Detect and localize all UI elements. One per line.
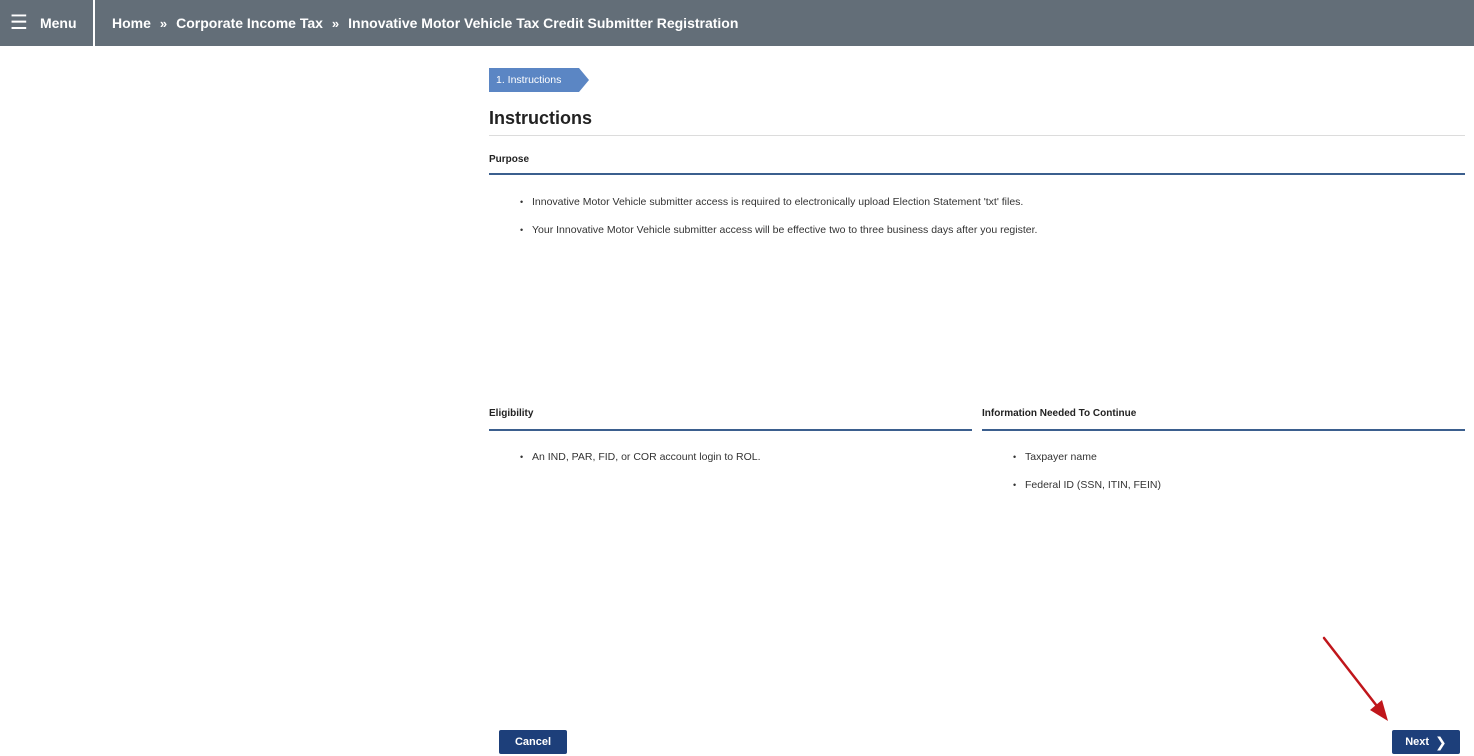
chevron-right-icon: ❯: [1435, 734, 1447, 750]
red-arrow-icon: [1322, 636, 1388, 721]
list-item: Taxpayer name: [1013, 451, 1453, 464]
info-needed-list: Taxpayer name Federal ID (SSN, ITIN, FEI…: [1013, 451, 1453, 507]
menu-label: Menu: [39, 15, 77, 31]
purpose-heading: Purpose: [489, 154, 530, 165]
list-item: Your Innovative Motor Vehicle submitter …: [520, 224, 1450, 237]
next-button[interactable]: Next ❯: [1392, 730, 1460, 754]
eligibility-list: An IND, PAR, FID, or COR account login t…: [520, 451, 960, 479]
hamburger-icon: ☰: [10, 12, 28, 34]
page-title: Instructions: [489, 108, 593, 128]
list-item: An IND, PAR, FID, or COR account login t…: [520, 451, 960, 464]
info-needed-heading: Information Needed To Continue: [982, 408, 1137, 419]
purpose-list: Innovative Motor Vehicle submitter acces…: [520, 196, 1450, 252]
top-navigation-bar: ☰ Menu Home » Corporate Income Tax » Inn…: [0, 0, 1474, 46]
menu-button[interactable]: ☰ Menu: [0, 0, 95, 46]
breadcrumb-current-page: Innovative Motor Vehicle Tax Credit Subm…: [348, 15, 739, 31]
purpose-divider: [489, 173, 1465, 175]
breadcrumb-separator: »: [159, 15, 168, 31]
breadcrumb-home[interactable]: Home: [112, 15, 151, 31]
eligibility-divider: [489, 429, 972, 431]
breadcrumb-separator: »: [331, 15, 340, 31]
info-needed-divider: [982, 429, 1465, 431]
cancel-button[interactable]: Cancel: [499, 730, 567, 754]
cancel-button-label: Cancel: [514, 736, 552, 748]
breadcrumb-corporate-income-tax[interactable]: Corporate Income Tax: [176, 15, 323, 31]
next-button-label: Next: [1405, 736, 1430, 748]
title-divider: [489, 135, 1465, 136]
list-item: Federal ID (SSN, ITIN, FEIN): [1013, 479, 1453, 492]
eligibility-heading: Eligibility: [489, 408, 534, 419]
breadcrumb: Home » Corporate Income Tax » Innovative…: [95, 15, 738, 31]
list-item: Innovative Motor Vehicle submitter acces…: [520, 196, 1450, 209]
wizard-step-instructions: 1. Instructions: [489, 68, 589, 92]
